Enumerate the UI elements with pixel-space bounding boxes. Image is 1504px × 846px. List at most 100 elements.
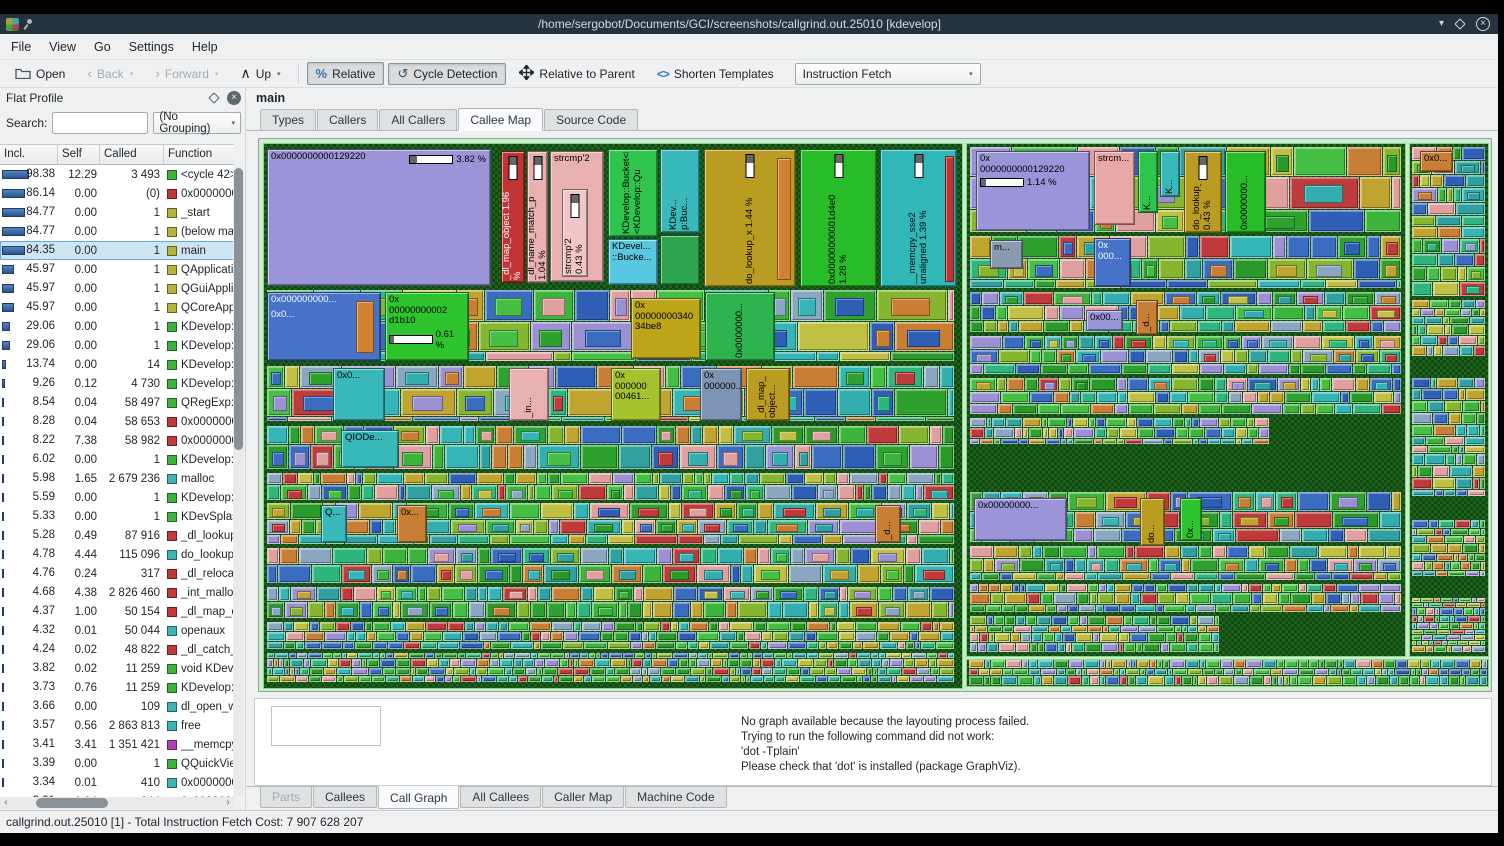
treemap-cell[interactable] — [445, 445, 479, 469]
treemap-cell[interactable] — [649, 632, 656, 641]
treemap-cell[interactable] — [753, 659, 760, 667]
treemap-cell[interactable] — [1106, 616, 1123, 625]
treemap-cell[interactable] — [1301, 404, 1315, 414]
treemap-cell[interactable] — [1388, 669, 1394, 675]
treemap-cell[interactable] — [767, 622, 790, 631]
treemap-cell[interactable] — [890, 659, 903, 667]
treemap-cell[interactable] — [1191, 559, 1218, 572]
treemap-cell[interactable] — [837, 473, 849, 484]
treemap-cell[interactable] — [1412, 536, 1426, 543]
treemap-cell[interactable] — [1002, 676, 1017, 685]
treemap-cell[interactable] — [1003, 336, 1024, 349]
treemap-cell[interactable] — [1436, 216, 1461, 226]
treemap-cell[interactable] — [1316, 306, 1342, 320]
treemap-cell[interactable] — [1030, 340, 1041, 348]
treemap-cell[interactable] — [724, 587, 750, 601]
treemap-cell[interactable] — [1449, 300, 1461, 308]
treemap-cell[interactable] — [1283, 404, 1300, 414]
treemap-cell[interactable] — [574, 503, 589, 519]
treemap-cell[interactable] — [1258, 280, 1300, 288]
treemap-cell[interactable] — [910, 632, 918, 641]
treemap-block[interactable]: strcm... — [1094, 151, 1135, 225]
treemap-cell[interactable] — [1244, 310, 1264, 318]
treemap-cell[interactable] — [609, 653, 622, 658]
treemap-cell[interactable] — [730, 668, 735, 675]
treemap-cell[interactable] — [1125, 336, 1152, 349]
treemap-cell[interactable] — [1097, 392, 1117, 403]
treemap-cell[interactable] — [581, 445, 618, 469]
treemap-cell[interactable] — [994, 439, 1000, 444]
treemap-cell[interactable] — [1063, 242, 1073, 255]
treemap-block[interactable]: 0x00... — [1086, 310, 1123, 331]
treemap-cell[interactable] — [537, 473, 547, 484]
treemap-cell[interactable] — [815, 524, 833, 532]
treemap-cell[interactable] — [768, 520, 807, 534]
treemap-cell[interactable] — [482, 653, 490, 658]
treemap-cell[interactable] — [476, 668, 487, 675]
treemap-cell[interactable] — [1455, 660, 1469, 668]
treemap-cell[interactable] — [1329, 669, 1336, 675]
treemap-cell[interactable] — [267, 587, 278, 601]
treemap-cell[interactable] — [676, 426, 690, 444]
treemap-cell[interactable] — [1367, 676, 1375, 685]
treemap-cell[interactable] — [323, 653, 332, 658]
treemap-cell[interactable] — [1043, 546, 1060, 558]
treemap-cell[interactable] — [1377, 310, 1395, 318]
treemap-cell[interactable] — [285, 602, 307, 618]
treemap-cell[interactable] — [798, 298, 816, 316]
table-row[interactable]: 5.590.001KDevelop:: — [0, 488, 234, 507]
table-row[interactable]: 3.570.562 863 813free — [0, 716, 234, 735]
treemap-cell[interactable] — [1075, 559, 1086, 572]
treemap-cell[interactable] — [1156, 210, 1184, 232]
treemap-cell[interactable] — [1122, 364, 1147, 374]
treemap-cell[interactable] — [1136, 676, 1147, 685]
treemap-cell[interactable] — [1019, 439, 1028, 444]
treemap-cell[interactable] — [1301, 280, 1325, 288]
treemap-cell[interactable] — [878, 668, 886, 675]
treemap-cell[interactable] — [804, 587, 818, 601]
treemap-cell[interactable] — [1480, 669, 1487, 675]
treemap-cell[interactable] — [1450, 317, 1469, 324]
treemap-cell[interactable] — [312, 565, 341, 583]
treemap-cell[interactable] — [635, 535, 677, 544]
treemap-cell[interactable] — [1439, 623, 1449, 629]
table-row[interactable]: 3.340.014100x0000000 — [0, 773, 234, 792]
treemap-cell[interactable] — [1020, 584, 1025, 592]
treemap-cell[interactable] — [1150, 616, 1156, 625]
treemap-cell[interactable] — [1148, 364, 1171, 374]
treemap-cell[interactable] — [1436, 571, 1447, 576]
treemap-cell[interactable] — [1350, 605, 1358, 612]
treemap-cell[interactable] — [1422, 635, 1432, 640]
treemap-cell[interactable] — [1029, 660, 1037, 668]
treemap-cell[interactable] — [1467, 192, 1480, 200]
treemap-cell[interactable] — [1412, 188, 1437, 202]
treemap-cell[interactable] — [661, 668, 675, 675]
treemap-cell[interactable] — [782, 659, 797, 667]
treemap-cell[interactable] — [333, 548, 366, 564]
treemap-cell[interactable] — [825, 668, 836, 675]
treemap-cell[interactable] — [907, 473, 934, 484]
treemap-cell[interactable] — [1449, 669, 1461, 675]
treemap-cell[interactable] — [640, 524, 652, 532]
treemap-cell[interactable] — [478, 490, 492, 499]
treemap-cell[interactable] — [1431, 660, 1440, 668]
treemap-cell[interactable] — [1025, 378, 1038, 391]
treemap-cell[interactable] — [580, 653, 588, 658]
treemap-cell[interactable] — [1182, 676, 1192, 685]
treemap-cell[interactable] — [1173, 418, 1184, 427]
treemap-cell[interactable] — [1038, 404, 1060, 414]
treemap-cell[interactable] — [899, 426, 929, 444]
treemap-cell[interactable] — [1041, 593, 1053, 604]
treemap-cell[interactable] — [551, 570, 570, 580]
treemap-cell[interactable] — [787, 668, 800, 675]
treemap-cell[interactable] — [1421, 309, 1434, 316]
treemap-cell[interactable] — [475, 503, 509, 519]
treemap-cell[interactable] — [1041, 364, 1067, 374]
treemap-cell[interactable] — [1443, 529, 1450, 535]
treemap-cell[interactable] — [1029, 439, 1045, 444]
treemap-cell[interactable] — [703, 426, 718, 444]
treemap-cell[interactable] — [1359, 584, 1380, 592]
treemap-cell[interactable] — [1467, 425, 1479, 436]
treemap-cell[interactable] — [1208, 280, 1257, 288]
treemap-cell[interactable] — [1100, 660, 1105, 668]
